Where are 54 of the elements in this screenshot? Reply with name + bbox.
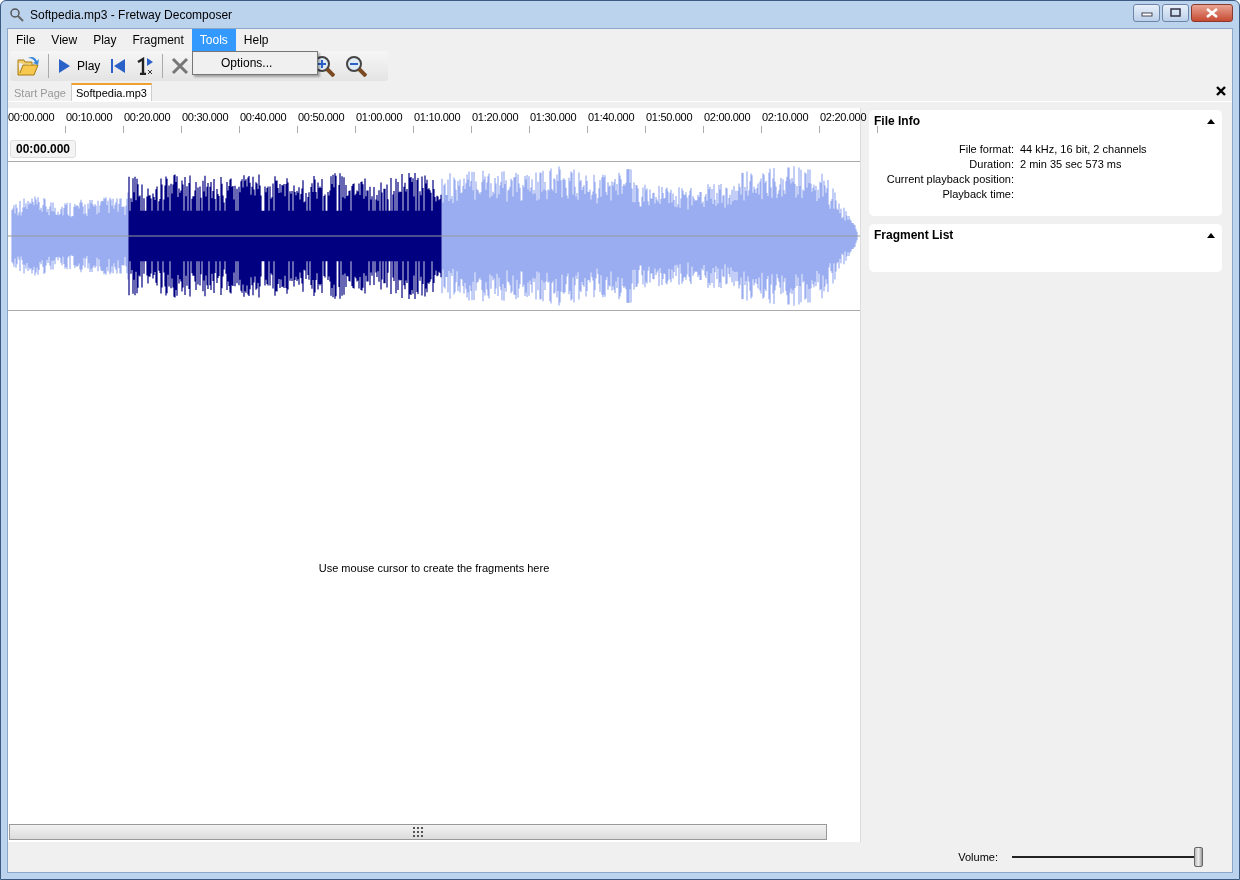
close-icon — [1205, 7, 1219, 18]
menu-item[interactable]: File — [8, 29, 44, 51]
volume-slider[interactable] — [1012, 847, 1202, 867]
time-label: 02:10.000 — [762, 111, 809, 123]
panel-title: File Info — [874, 114, 920, 128]
zoom-out-button[interactable] — [343, 53, 370, 79]
time-label: 01:10.000 — [414, 111, 461, 123]
collapse-icon[interactable] — [1206, 231, 1216, 239]
time-label: 00:20.000 — [124, 111, 171, 123]
volume-label: Volume: — [958, 851, 998, 863]
skip-to-start-icon — [110, 58, 127, 74]
field-label: File format: — [958, 142, 1014, 157]
time-label: 00:30.000 — [182, 111, 229, 123]
menu-item[interactable]: Play — [85, 29, 125, 51]
time-label: 01:20.000 — [472, 111, 519, 123]
grip-icon — [413, 827, 423, 837]
time-label: 00:50.000 — [298, 111, 345, 123]
fragment-hint: Use mouse cursor to create the fragments here — [318, 561, 550, 574]
time-label: 02:00.000 — [704, 111, 751, 123]
slider-thumb[interactable] — [1194, 847, 1204, 867]
close-icon[interactable] — [1216, 86, 1226, 96]
field-label: Playback time: — [941, 187, 1014, 202]
menu-item[interactable]: View — [43, 29, 86, 51]
horizontal-scrollbar[interactable] — [9, 824, 827, 840]
collapse-icon[interactable] — [1206, 117, 1216, 125]
field-value: 44 kHz, 16 bit, 2 channels — [1020, 142, 1148, 157]
close-button[interactable] — [1191, 3, 1233, 22]
menu-option[interactable]: Options... — [195, 54, 315, 72]
window-title: Softpedia.mp3 - Fretway Decomposer — [30, 7, 233, 22]
menu-item[interactable]: Help — [235, 29, 277, 51]
maximize-icon — [1170, 8, 1181, 17]
maximize-button[interactable] — [1162, 3, 1189, 22]
position-readout: 00:00.000 — [10, 140, 77, 158]
speed-icon — [136, 57, 155, 75]
time-label: 00:40.000 — [240, 111, 287, 123]
time-label: 00:10.000 — [66, 111, 113, 123]
document-tab[interactable]: Softpedia.mp3 — [71, 83, 152, 101]
time-label: 01:00.000 — [356, 111, 403, 123]
time-label: 01:30.000 — [530, 111, 577, 123]
time-label: 00:00.000 — [8, 111, 55, 123]
time-label: 01:40.000 — [588, 111, 635, 123]
time-label: 02:20.000 — [820, 111, 867, 123]
play-icon — [57, 58, 71, 74]
field-label: Current playback position: — [885, 172, 1014, 187]
minimize-button[interactable] — [1133, 3, 1160, 22]
zoom-out-icon — [345, 55, 368, 77]
play-button[interactable]: Play — [55, 53, 103, 79]
field-value: 2 min 35 sec 573 ms — [1020, 157, 1123, 172]
panel-title: Fragment List — [874, 228, 954, 242]
folder-icon — [16, 55, 40, 77]
menu-item[interactable]: Fragment — [124, 29, 192, 51]
app-icon — [9, 7, 24, 22]
field-label: Duration: — [968, 157, 1014, 172]
time-label: 01:50.000 — [646, 111, 693, 123]
